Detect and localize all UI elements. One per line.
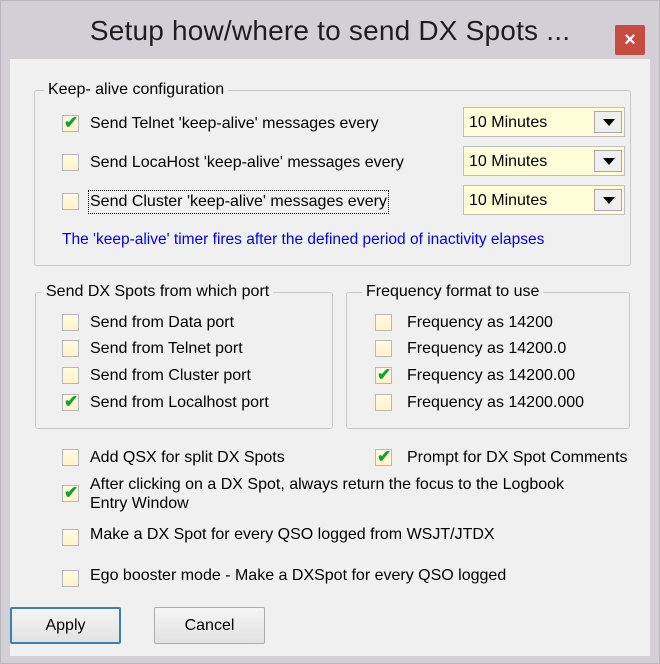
cluster-keepalive-label: Send Cluster 'keep-alive' messages every: [88, 190, 389, 214]
return-focus-label-line1: After clicking on a DX Spot, always retu…: [90, 476, 565, 493]
localhost-keepalive-interval-select[interactable]: 10 Minutes: [463, 146, 625, 176]
dialog-client-area: Keep- alive configuration ✔ Send Telnet …: [10, 59, 650, 656]
return-focus-checkbox[interactable]: ✔: [62, 483, 79, 502]
apply-button[interactable]: Apply: [10, 607, 121, 644]
prompt-comments-label: Prompt for DX Spot Comments: [407, 449, 628, 466]
freq-14200-000-label: Frequency as 14200.000: [407, 394, 585, 411]
send-telnet-port-label: Send from Telnet port: [90, 340, 243, 357]
freq-14200-0-label: Frequency as 14200.0: [407, 340, 567, 357]
localhost-keepalive-interval-value: 10 Minutes: [469, 153, 548, 170]
localhost-keepalive-checkbox[interactable]: [62, 154, 79, 171]
cluster-keepalive-dropdown-button[interactable]: [594, 189, 622, 211]
freq-14200-000-checkbox[interactable]: [375, 394, 392, 411]
localhost-keepalive-dropdown-button[interactable]: [594, 150, 622, 172]
close-button[interactable]: ×: [615, 25, 645, 55]
check-icon: ✔: [377, 365, 392, 384]
wsjt-spot-checkbox[interactable]: [62, 529, 79, 546]
chevron-down-icon: [603, 158, 615, 165]
telnet-keepalive-interval-select[interactable]: 10 Minutes: [463, 107, 625, 137]
prompt-comments-checkbox[interactable]: ✔: [375, 447, 392, 466]
cluster-keepalive-checkbox[interactable]: [62, 193, 79, 210]
cancel-button[interactable]: Cancel: [154, 607, 265, 644]
title-bar[interactable]: Setup how/where to send DX Spots ... ×: [1, 1, 659, 59]
keepalive-info-note: The 'keep-alive' timer fires after the d…: [62, 231, 545, 248]
telnet-keepalive-label: Send Telnet 'keep-alive' messages every: [90, 115, 379, 132]
send-localhost-port-label: Send from Localhost port: [90, 394, 269, 411]
check-icon: ✔: [64, 392, 79, 411]
cluster-keepalive-interval-value: 10 Minutes: [469, 192, 548, 209]
send-telnet-port-checkbox[interactable]: [62, 340, 79, 357]
ego-booster-label: Ego booster mode - Make a DXSpot for eve…: [90, 567, 507, 584]
cluster-keepalive-interval-select[interactable]: 10 Minutes: [463, 185, 625, 215]
freq-14200-0-checkbox[interactable]: [375, 340, 392, 357]
freq-14200-label: Frequency as 14200: [407, 314, 553, 331]
window-title: Setup how/where to send DX Spots ...: [89, 15, 571, 46]
return-focus-label-line2: Entry Window: [90, 495, 189, 512]
send-data-port-label: Send from Data port: [90, 314, 235, 331]
send-localhost-port-checkbox[interactable]: ✔: [62, 392, 79, 411]
telnet-keepalive-interval-value: 10 Minutes: [469, 114, 548, 131]
port-group-legend: Send DX Spots from which port: [42, 282, 274, 302]
telnet-keepalive-dropdown-button[interactable]: [594, 111, 622, 133]
add-qsx-label: Add QSX for split DX Spots: [90, 449, 285, 466]
dialog-window: Setup how/where to send DX Spots ... × K…: [0, 0, 660, 664]
check-icon: ✔: [64, 113, 79, 132]
localhost-keepalive-label: Send LocaHost 'keep-alive' messages ever…: [90, 154, 404, 171]
keepalive-group-legend: Keep- alive configuration: [44, 80, 229, 100]
freq-14200-00-label: Frequency as 14200.00: [407, 367, 576, 384]
telnet-keepalive-checkbox[interactable]: ✔: [62, 113, 79, 132]
close-icon: ×: [624, 29, 636, 51]
freq-14200-00-checkbox[interactable]: ✔: [375, 365, 392, 384]
freq-14200-checkbox[interactable]: [375, 314, 392, 331]
send-cluster-port-checkbox[interactable]: [62, 367, 79, 384]
chevron-down-icon: [603, 119, 615, 126]
add-qsx-checkbox[interactable]: [62, 449, 79, 466]
wsjt-spot-label: Make a DX Spot for every QSO logged from…: [90, 526, 495, 543]
ego-booster-checkbox[interactable]: [62, 570, 79, 587]
check-icon: ✔: [64, 483, 79, 502]
chevron-down-icon: [603, 197, 615, 204]
send-data-port-checkbox[interactable]: [62, 314, 79, 331]
send-cluster-port-label: Send from Cluster port: [90, 367, 251, 384]
check-icon: ✔: [377, 447, 392, 466]
frequency-group-legend: Frequency format to use: [362, 282, 544, 302]
